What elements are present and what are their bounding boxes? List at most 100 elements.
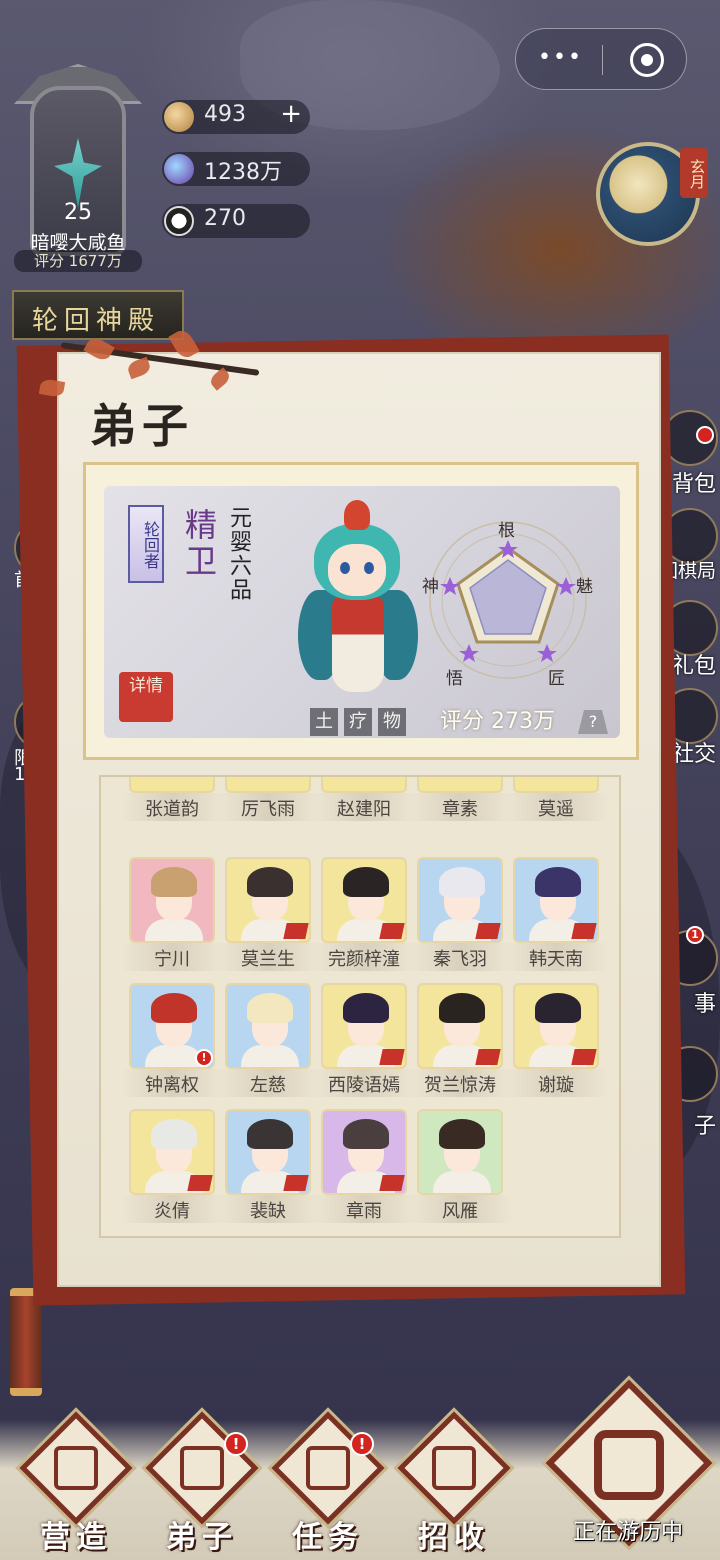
disciple-portrait [417,857,503,943]
rarity-badge-icon [379,1175,405,1191]
disciple-portrait [417,1109,503,1195]
disciple-name: 韩天南 [529,949,583,970]
notification-dot [696,426,714,444]
moon-phase-label: 玄月 [680,148,708,198]
disciple-portrait [321,983,407,1069]
disciple-roster[interactable]: 张道韵 厉飞雨 赵建阳 章素 莫遥 宁川 莫兰生 完颜梓潼 秦飞羽 韩天南! 钟离权 左慈 西陵语嫣 贺兰… [99,775,621,1238]
disciple-name: 莫遥 [538,799,574,820]
radar-label: 根 [498,521,515,541]
disciple-rank: 元婴六品 [226,506,251,602]
notification-count: 1 [686,926,704,944]
disciple-portrait [513,857,599,943]
close-miniprogram-icon[interactable] [630,43,664,77]
add-resource-button[interactable]: + [280,99,302,129]
aptitude-radar [420,510,620,690]
disciple-portrait: ! [129,983,215,1069]
disciple-name: 赵建阳 [337,799,391,820]
resource-jade[interactable]: 493 + [162,99,310,134]
side-label: 礼包 [671,654,716,679]
disciple-portrait [321,1109,407,1195]
radar-label: 匠 [548,669,565,689]
disciple-name: 钟离权 [145,1075,199,1096]
rarity-badge-icon [283,923,309,939]
player-score: 评分 1677万 [14,250,142,272]
side-label: 子 [693,1114,716,1139]
resource-yinyang[interactable]: 270 [162,204,310,238]
panel-title: 弟子 [90,399,194,453]
detail-button[interactable]: 详情 [119,672,173,722]
radar-label: 魅 [576,577,593,597]
damage-type-tag: 物 [378,708,406,736]
disciple-name: 厉飞雨 [241,799,295,820]
disciple-portrait [129,857,215,943]
resource-value: 493 [204,102,246,127]
role-tag: 疗 [344,708,372,736]
disciple-name: 宁川 [154,949,190,970]
resource-gem[interactable]: 1238万 [162,152,310,186]
rarity-badge-icon [283,1175,309,1191]
nav-label: 营造 [40,1520,112,1555]
disciple-name: 谢璇 [538,1075,574,1096]
class-tag: 轮回者 [128,505,164,583]
pavilion-icon [54,1446,98,1490]
disciple-name: 贺兰惊涛 [424,1075,496,1096]
nav-item[interactable]: 弟子! [140,1411,264,1560]
disciple-portrait [321,777,407,793]
disciple-name: 张道韵 [145,799,199,820]
phoenix-crown-icon [344,500,370,530]
nav-label: 招收 [418,1520,490,1555]
disciple-name: 秦飞羽 [433,949,487,970]
disciple-portrait [129,777,215,793]
resource-value: 1238万 [204,160,282,185]
rarity-badge-icon [187,1175,213,1191]
radar-label: 神 [422,577,439,597]
invitation-card-icon [432,1446,476,1490]
miniprogram-capsule[interactable]: ••• [515,28,687,90]
disciple-name: 风雁 [442,1201,478,1222]
player-level: 25 [64,200,92,225]
disciple-name: 炎倩 [154,1201,190,1222]
disciple-name: 莫兰生 [241,949,295,970]
disciple-name: 裴缺 [250,1201,286,1222]
spirit-gem-icon [164,154,194,184]
rarity-badge-icon [571,1049,597,1065]
nav-label: 弟子 [166,1520,238,1555]
rarity-badge-icon [379,923,405,939]
disciple-name: 章素 [442,799,478,820]
nav-item[interactable]: 营造 [14,1411,138,1560]
disciple-name: 章雨 [346,1201,382,1222]
disciple-portrait[interactable] [298,500,418,710]
disciple-portrait [417,983,503,1069]
element-tag: 土 [310,708,338,736]
more-menu-icon[interactable]: ••• [538,45,583,70]
disciple-portrait [513,777,599,793]
disciple-portrait [513,983,599,1069]
disciple-name: 西陵语嫣 [328,1075,400,1096]
jade-coin-icon [164,102,194,132]
side-label: 背包 [671,472,716,497]
rarity-badge-icon [475,923,501,939]
disciple-portrait [225,983,311,1069]
detail-button-label: 详情 [129,676,163,696]
disciple-portrait [225,857,311,943]
side-label: 事 [693,992,716,1017]
travel-status: 正在游历中 [572,1520,683,1545]
side-label: 社交 [671,742,716,767]
nav-item[interactable]: 任务! [266,1411,390,1560]
resource-value: 270 [204,206,246,231]
nav-item[interactable]: 招收 [392,1411,516,1560]
player-avatar[interactable]: 25 暗嘤大咸鱼 评分 1677万 [8,58,148,272]
rarity-badge-icon [571,923,597,939]
rarity-badge-icon [475,1049,501,1065]
radar-chart [429,521,587,679]
radar-label: 悟 [446,669,463,689]
alert-icon: ! [195,1049,213,1067]
disciple-name: 左慈 [250,1075,286,1096]
sect-banner[interactable]: 轮回神殿 [12,290,184,340]
travel-button[interactable]: 正在游历中 [540,1379,716,1560]
disciple-icon [180,1446,224,1490]
disciple-name: 精卫 [180,508,218,580]
scroll-task-icon [306,1446,350,1490]
alert-icon: ! [224,1432,248,1456]
disciple-portrait [417,777,503,793]
